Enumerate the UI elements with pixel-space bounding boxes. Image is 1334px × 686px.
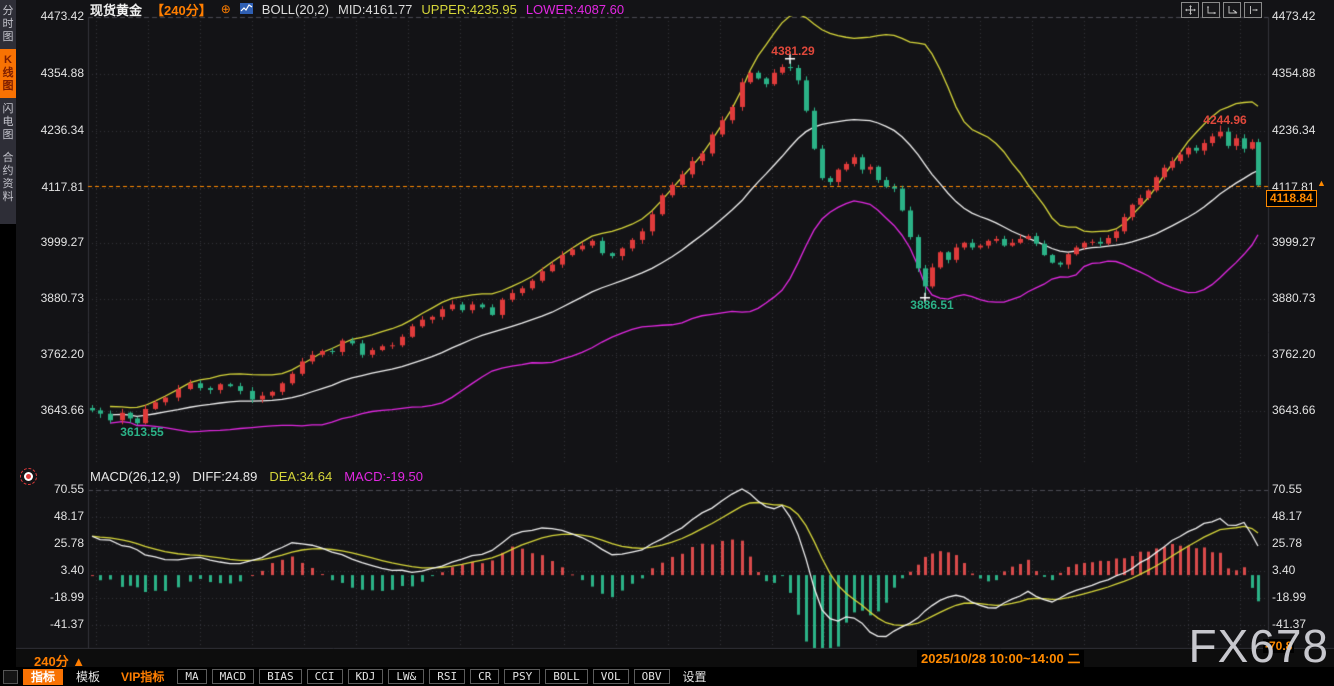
toolbar-item-KDJ[interactable]: KDJ	[347, 669, 384, 684]
macd-header: MACD(26,12,9) DIFF:24.89 DEA:34.64 MACD:…	[90, 469, 423, 484]
macd-axis-label-left: 25.78	[53, 536, 84, 550]
toolbar-item-指标[interactable]: 指标	[23, 668, 64, 685]
recent-high-label: 4244.96	[1203, 113, 1247, 127]
macd-axis-label-left: 3.40	[60, 563, 84, 577]
toolbar-item-设置[interactable]: 设置	[675, 669, 715, 685]
x-axis-scale-icon[interactable]	[1202, 2, 1220, 18]
current-price-box: 4118.84	[1266, 190, 1317, 207]
macd-title: MACD(26,12,9)	[90, 469, 181, 484]
candlestick-chart-icon	[239, 2, 253, 17]
collapse-panel-icon[interactable]	[1244, 2, 1262, 18]
toolbar-item-CR[interactable]: CR	[470, 669, 500, 684]
macd-axis-label-right: 48.17	[1272, 509, 1303, 523]
price-axis-label-right: 4236.34	[1272, 123, 1316, 137]
price-axis-label-left: 3999.27	[40, 235, 84, 249]
bottom-toolbar: 指标 模板 VIP指标 MA MACD BIAS CCI KDJ LW& RSI CR PSY BOLL…	[0, 667, 1334, 686]
macd-axis-label-right: 25.78	[1272, 536, 1303, 550]
chart-overlay: 现货黄金 【240分】 ⊕ BOLL(20,2) MID:4161.77 UPP…	[0, 0, 1334, 686]
boll-label: BOLL(20,2)	[261, 1, 329, 17]
toolbar-item-BOLL[interactable]: BOLL	[545, 669, 588, 684]
price-axis-label-right: 4354.88	[1272, 66, 1316, 80]
price-axis-label-left: 3643.66	[40, 403, 84, 417]
macd-diff-value: DIFF:24.89	[192, 469, 258, 484]
macd-axis-label-left: -18.99	[49, 590, 84, 604]
boll-upper-value: UPPER:4235.95	[421, 1, 517, 17]
toolbar-item-BIAS[interactable]: BIAS	[259, 669, 302, 684]
sidebar-item-K线图[interactable]: K线图	[0, 49, 16, 98]
toolbar-item-MA[interactable]: MA	[177, 669, 207, 684]
toolbar-item-模板[interactable]: 模板	[68, 669, 108, 685]
price-axis-label-left: 4117.81	[41, 180, 85, 194]
trading-app-window: 现货黄金 【240分】 ⊕ BOLL(20,2) MID:4161.77 UPP…	[0, 0, 1334, 686]
sidebar-item-合约资料[interactable]: 合约资料	[0, 147, 16, 209]
period-label: 【240分】	[151, 2, 212, 18]
toolbar-item-PSY[interactable]: PSY	[504, 669, 541, 684]
boll-mid-value: MID:4161.77	[337, 1, 413, 17]
price-axis-label-right: 3643.66	[1272, 403, 1316, 417]
toolbar-item-VOL[interactable]: VOL	[592, 669, 629, 684]
y-axis-scale-icon[interactable]	[1223, 2, 1241, 18]
toolbar-item-CCI[interactable]: CCI	[306, 669, 343, 684]
price-axis-label-left: 4236.34	[40, 123, 84, 137]
price-axis-label-right: 3880.73	[1272, 291, 1316, 305]
macd-dea-value: DEA:34.64	[269, 469, 333, 484]
session-low-label: 3886.51	[910, 298, 954, 312]
macd-axis-label-left: 48.17	[53, 509, 84, 523]
boll-lower-value: LOWER:4087.60	[525, 1, 625, 17]
price-axis-label-right: 3999.27	[1272, 235, 1316, 249]
price-axis-label-left: 3880.73	[40, 291, 84, 305]
crosshair-date-tooltip: 2025/10/28 10:00~14:00 二	[917, 650, 1085, 667]
sidebar-item-闪电图[interactable]: 闪电图	[0, 98, 16, 147]
session-high-label: 4381.29	[771, 44, 815, 58]
macd-value: MACD:-19.50	[344, 469, 423, 484]
sidebar-item-分时图[interactable]: 分时图	[0, 0, 16, 49]
pan-icon[interactable]	[1181, 2, 1199, 18]
add-overlay-icon[interactable]: ⊕	[221, 2, 231, 16]
toolbar-item-OBV[interactable]: OBV	[633, 669, 670, 684]
macd-axis-label-left: -41.37	[49, 617, 84, 631]
chart-header: 现货黄金 【240分】 ⊕ BOLL(20,2) MID:4161.77 UPP…	[90, 1, 625, 18]
toolbar-item-MACD[interactable]: MACD	[211, 669, 255, 684]
macd-axis-label-right: 3.40	[1272, 563, 1296, 577]
left-sidebar: 分时图K线图闪电图合约资料	[0, 0, 16, 686]
price-axis-label-left: 4473.42	[40, 9, 84, 23]
alert-icon[interactable]	[20, 468, 37, 485]
macd-axis-label-right: -18.99	[1272, 590, 1307, 604]
symbol-name: 现货黄金	[90, 2, 143, 18]
watermark: FX678	[1188, 620, 1329, 672]
toolbar-item-LW&[interactable]: LW&	[388, 669, 425, 684]
macd-axis-label-right: 70.55	[1272, 482, 1303, 496]
toolbar-item-RSI[interactable]: RSI	[429, 669, 466, 684]
toolbar-item-VIP指标[interactable]: VIP指标	[113, 669, 172, 685]
price-axis-label-left: 3762.20	[40, 347, 84, 361]
price-axis-label-left: 4354.88	[40, 66, 84, 80]
left-low-label: 3613.55	[120, 425, 164, 439]
time-axis	[0, 649, 1334, 667]
chart-tool-icons	[1181, 2, 1262, 18]
price-axis-label-right: 3762.20	[1272, 347, 1316, 361]
price-up-arrow-icon: ▲	[1317, 178, 1326, 188]
toolbar-menu-icon[interactable]	[3, 669, 18, 684]
price-axis-label-right: 4473.42	[1272, 9, 1316, 23]
